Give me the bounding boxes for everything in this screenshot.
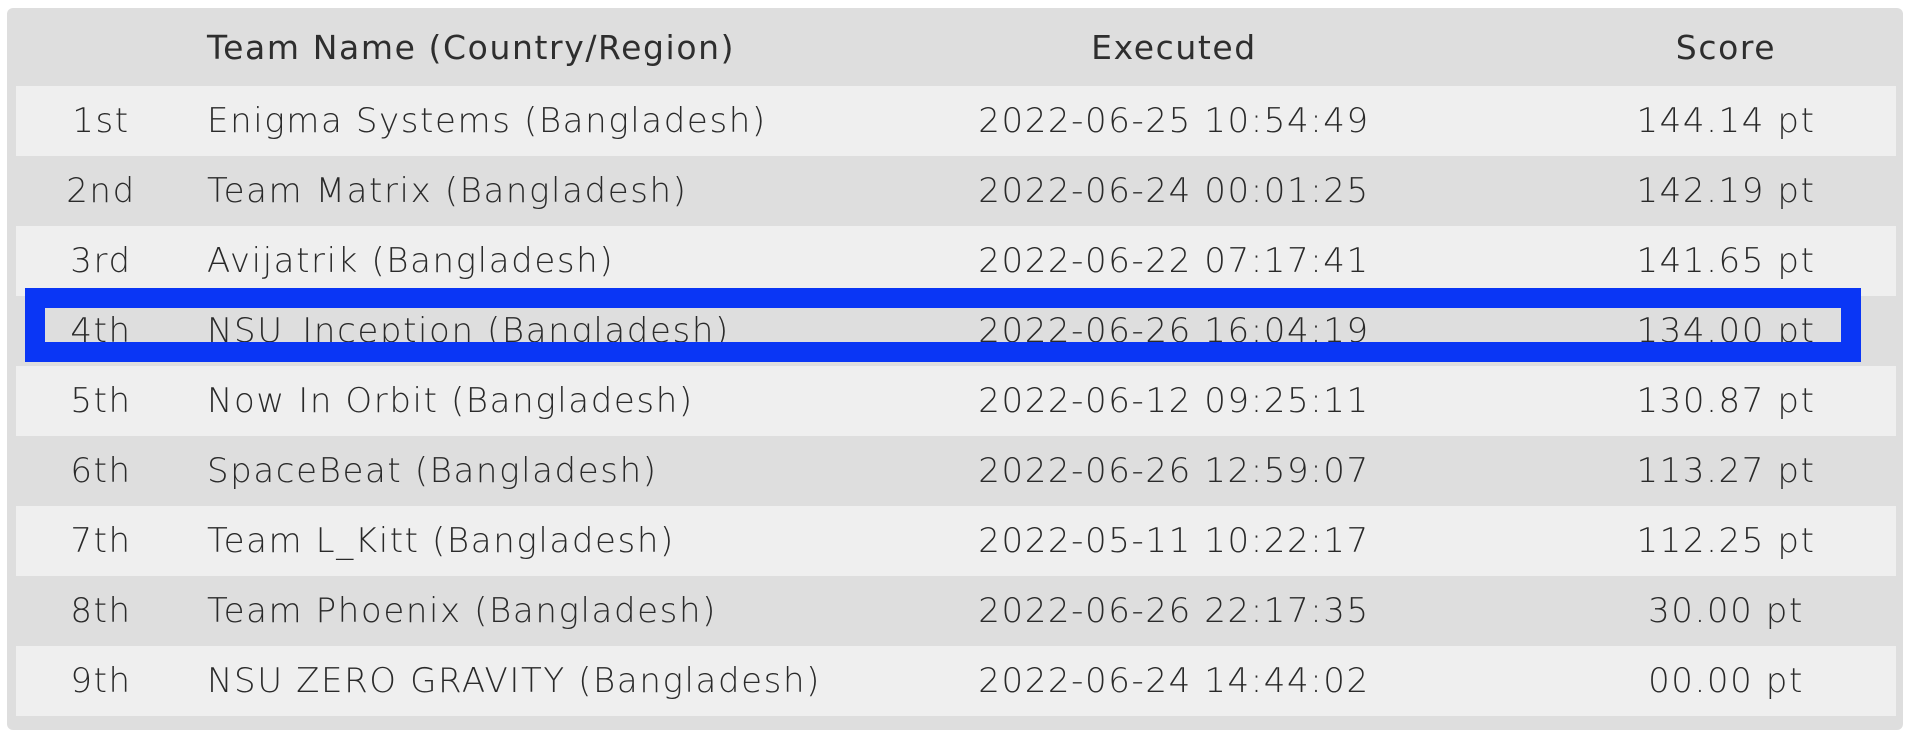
table-row: 1st Enigma Systems (Bangladesh) 2022-06-… bbox=[16, 86, 1896, 156]
team-cell: Now In Orbit (Bangladesh) bbox=[207, 381, 694, 421]
table-row: 8th Team Phoenix (Bangladesh) 2022-06-26… bbox=[16, 576, 1896, 646]
rank-cell: 7th bbox=[70, 521, 132, 561]
score-cell: 00.00 pt bbox=[1648, 661, 1804, 701]
team-cell: NSU ZERO GRAVITY (Bangladesh) bbox=[207, 661, 822, 701]
table-row-highlighted: 4th NSU_Inception (Bangladesh) 2022-06-2… bbox=[16, 296, 1896, 366]
team-cell: Team L_Kitt (Bangladesh) bbox=[207, 521, 675, 561]
executed-cell: 2022-06-24 14:44:02 bbox=[978, 661, 1370, 701]
team-cell: Enigma Systems (Bangladesh) bbox=[207, 101, 767, 141]
team-cell: SpaceBeat (Bangladesh) bbox=[207, 451, 658, 491]
executed-cell: 2022-06-25 10:54:49 bbox=[978, 101, 1370, 141]
executed-cell: 2022-05-11 10:22:17 bbox=[978, 521, 1370, 561]
score-cell: 141.65 pt bbox=[1636, 241, 1816, 281]
executed-cell: 2022-06-12 09:25:11 bbox=[978, 381, 1370, 421]
header-executed: Executed bbox=[1091, 27, 1257, 67]
rank-cell: 4th bbox=[70, 311, 132, 351]
score-cell: 112.25 pt bbox=[1636, 521, 1816, 561]
header-team-name: Team Name (Country/Region) bbox=[207, 27, 736, 67]
table-row: 2nd Team Matrix (Bangladesh) 2022-06-24 … bbox=[16, 156, 1896, 226]
score-cell: 113.27 pt bbox=[1636, 451, 1816, 491]
team-cell: Team Phoenix (Bangladesh) bbox=[207, 591, 717, 631]
team-cell: NSU_Inception (Bangladesh) bbox=[207, 311, 730, 351]
table-row: 7th Team L_Kitt (Bangladesh) 2022-05-11 … bbox=[16, 506, 1896, 576]
table-row: 9th NSU ZERO GRAVITY (Bangladesh) 2022-0… bbox=[16, 646, 1896, 716]
table-row: 3rd Avijatrik (Bangladesh) 2022-06-22 07… bbox=[16, 226, 1896, 296]
score-cell: 142.19 pt bbox=[1636, 171, 1816, 211]
rank-cell: 1st bbox=[72, 101, 130, 141]
executed-cell: 2022-06-26 16:04:19 bbox=[978, 311, 1370, 351]
header-score: Score bbox=[1675, 27, 1777, 67]
rank-cell: 2nd bbox=[66, 171, 136, 211]
executed-cell: 2022-06-24 00:01:25 bbox=[978, 171, 1370, 211]
table-header: Team Name (Country/Region) Executed Scor… bbox=[16, 8, 1896, 86]
score-cell: 30.00 pt bbox=[1648, 591, 1804, 631]
leaderboard-table: Team Name (Country/Region) Executed Scor… bbox=[16, 8, 1896, 716]
rank-cell: 9th bbox=[70, 661, 132, 701]
executed-cell: 2022-06-26 22:17:35 bbox=[978, 591, 1370, 631]
score-cell: 134.00 pt bbox=[1636, 311, 1816, 351]
rank-cell: 6th bbox=[70, 451, 132, 491]
score-cell: 130.87 pt bbox=[1636, 381, 1816, 421]
table-row: 5th Now In Orbit (Bangladesh) 2022-06-12… bbox=[16, 366, 1896, 436]
rank-cell: 3rd bbox=[70, 241, 132, 281]
rank-cell: 5th bbox=[70, 381, 132, 421]
executed-cell: 2022-06-22 07:17:41 bbox=[978, 241, 1370, 281]
team-cell: Team Matrix (Bangladesh) bbox=[207, 171, 688, 211]
rank-cell: 8th bbox=[70, 591, 132, 631]
leaderboard-panel: Team Name (Country/Region) Executed Scor… bbox=[7, 8, 1903, 730]
team-cell: Avijatrik (Bangladesh) bbox=[207, 241, 615, 281]
score-cell: 144.14 pt bbox=[1636, 101, 1816, 141]
executed-cell: 2022-06-26 12:59:07 bbox=[978, 451, 1370, 491]
table-row: 6th SpaceBeat (Bangladesh) 2022-06-26 12… bbox=[16, 436, 1896, 506]
